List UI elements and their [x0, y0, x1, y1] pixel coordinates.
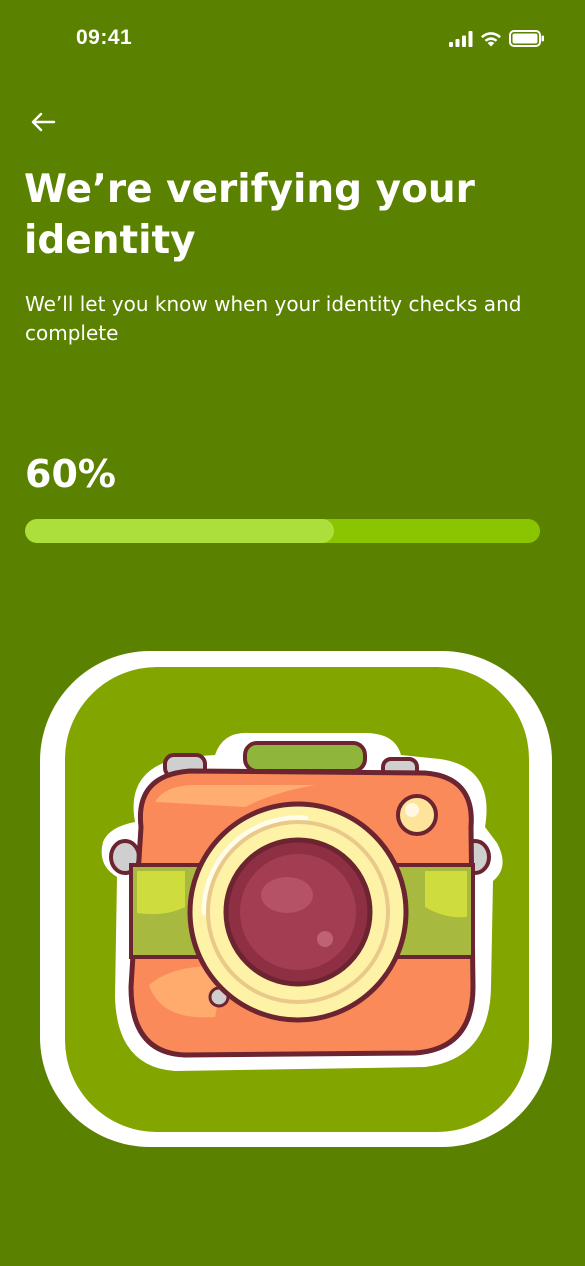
status-bar: 09:41 — [0, 0, 585, 80]
back-button[interactable] — [30, 104, 70, 140]
wifi-icon — [481, 31, 501, 46]
battery-icon — [509, 30, 544, 47]
status-time: 09:41 — [76, 26, 133, 49]
verification-screen: 09:41 We’re verifying your identity We’l… — [0, 0, 585, 1266]
progress-bar-fill — [25, 519, 334, 543]
page-title: We’re verifying your identity — [24, 167, 475, 263]
status-icons — [449, 30, 545, 47]
page-subtitle: We’ll let you know when your identity ch… — [25, 292, 522, 345]
progress-percentage: 60% — [25, 452, 116, 496]
camera-illustration-background — [65, 667, 529, 1132]
camera-illustration-card — [40, 651, 552, 1147]
camera-icon — [101, 732, 503, 1071]
progress-bar — [25, 519, 540, 543]
arrow-left-icon — [31, 112, 56, 132]
cellular-signal-icon — [449, 30, 473, 47]
